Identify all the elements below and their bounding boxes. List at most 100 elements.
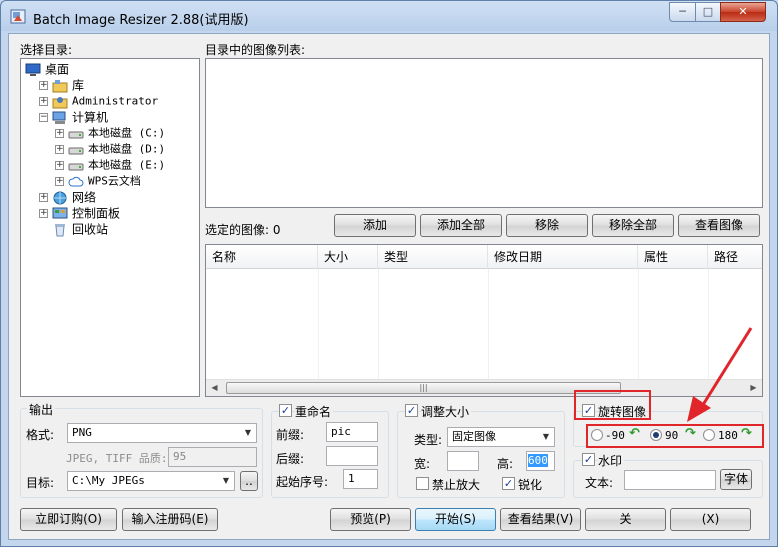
drive-icon xyxy=(68,143,84,157)
preview-button[interactable]: 预览(P) xyxy=(330,508,411,531)
font-button[interactable]: 字体 xyxy=(720,469,752,490)
column-modified[interactable]: 修改日期 xyxy=(488,245,638,269)
tree-item[interactable]: + 本地磁盘 (E:) xyxy=(55,157,165,173)
rotate-90-radio[interactable] xyxy=(650,429,662,441)
quality-input[interactable]: 95 xyxy=(168,447,257,467)
watermark-checkbox[interactable]: ✓ xyxy=(582,453,595,466)
rotate-minus90-radio[interactable] xyxy=(591,429,603,441)
start-button[interactable]: 开始(S) xyxy=(415,508,496,531)
tree-item[interactable]: + Administrator xyxy=(39,93,158,109)
rotate-checkbox[interactable]: ✓ xyxy=(582,404,595,417)
directory-image-list[interactable] xyxy=(205,58,763,208)
chevron-down-icon: ▼ xyxy=(542,432,550,441)
prefix-input[interactable]: pic xyxy=(326,422,378,442)
height-input[interactable]: 600 xyxy=(526,451,555,471)
desktop-icon xyxy=(25,63,41,77)
no-enlarge-checkbox[interactable] xyxy=(416,477,429,490)
column-attributes[interactable]: 属性 xyxy=(638,245,708,269)
scroll-left-icon[interactable]: ◀ xyxy=(207,381,222,395)
selected-count-label: 选定的图像: 0 xyxy=(205,223,281,237)
sharpen-checkbox[interactable]: ✓ xyxy=(502,477,515,490)
register-button[interactable]: 输入注册码(E) xyxy=(122,508,218,531)
tree-item-label: 控制面板 xyxy=(72,206,121,221)
prefix-label: 前缀: xyxy=(276,428,305,442)
suffix-input[interactable] xyxy=(326,446,378,466)
expander-icon[interactable]: + xyxy=(55,161,64,170)
column-divider xyxy=(378,269,379,379)
expander-icon[interactable]: + xyxy=(39,81,48,90)
quality-value: 95 xyxy=(173,450,187,463)
expander-icon[interactable]: + xyxy=(39,97,48,106)
close-button[interactable]: ✕ xyxy=(720,2,766,22)
maximize-button[interactable]: □ xyxy=(695,2,721,22)
expander-icon[interactable]: + xyxy=(55,177,64,186)
column-size[interactable]: 大小 xyxy=(318,245,378,269)
directory-label: 选择目录: xyxy=(20,43,73,57)
about-button[interactable]: 关 xyxy=(585,508,666,531)
rotate-90-label: 90 xyxy=(665,429,679,442)
column-divider xyxy=(638,269,639,379)
client-area: 选择目录: 桌面 + 库 + Administrator − 计算机 + 本地磁盘 (C:) + 本… xyxy=(8,33,770,540)
add-button[interactable]: 添加 xyxy=(334,214,416,237)
quality-label: JPEG, TIFF 品质: xyxy=(66,452,168,465)
column-type[interactable]: 类型 xyxy=(378,245,488,269)
resize-type-select[interactable]: 固定图像 ▼ xyxy=(447,427,555,447)
tree-item[interactable]: + 控制面板 xyxy=(39,205,120,221)
window-title: Batch Image Resizer 2.88(试用版) xyxy=(33,13,249,28)
view-results-button[interactable]: 查看结果(V) xyxy=(500,508,581,531)
expander-icon[interactable]: + xyxy=(39,193,48,202)
width-input[interactable] xyxy=(447,451,479,471)
target-value: C:\My JPEGs xyxy=(72,474,145,487)
tree-item-label: 计算机 xyxy=(72,110,109,125)
title-bar[interactable]: Batch Image Resizer 2.88(试用版) ─ □ ✕ xyxy=(1,1,777,33)
column-divider xyxy=(488,269,489,379)
tree-item-label: 桌面 xyxy=(45,62,70,77)
remove-button[interactable]: 移除 xyxy=(506,214,588,237)
start-number-label: 起始序号: xyxy=(276,475,329,489)
expander-icon[interactable]: + xyxy=(55,129,64,138)
scroll-thumb[interactable]: ||| xyxy=(226,382,621,394)
directory-tree[interactable]: 桌面 + 库 + Administrator − 计算机 + 本地磁盘 (C:) + 本地磁盘 (D… xyxy=(20,58,200,397)
rename-title: 重命名 xyxy=(295,403,334,420)
computer-icon xyxy=(52,111,68,125)
view-image-button[interactable]: 查看图像 xyxy=(678,214,760,237)
tree-item-label: WPS云文档 xyxy=(88,174,141,188)
minimize-button[interactable]: ─ xyxy=(669,2,696,22)
tree-item-label: 回收站 xyxy=(72,222,109,237)
expander-icon[interactable]: − xyxy=(39,113,48,122)
rename-checkbox[interactable]: ✓ xyxy=(279,404,292,417)
network-icon xyxy=(52,191,68,205)
format-label: 格式: xyxy=(26,428,55,442)
remove-all-button[interactable]: 移除全部 xyxy=(592,214,674,237)
image-list-label: 目录中的图像列表: xyxy=(205,43,306,57)
tree-item-label: 网络 xyxy=(72,190,97,205)
tree-item[interactable]: + 本地磁盘 (D:) xyxy=(55,141,165,157)
tree-item[interactable]: + 库 xyxy=(39,77,84,93)
expander-icon[interactable]: + xyxy=(55,145,64,154)
start-number-input[interactable]: 1 xyxy=(343,469,378,489)
column-path[interactable]: 路径 xyxy=(708,245,762,269)
tree-item[interactable]: + WPS云文档 xyxy=(55,173,141,189)
buy-now-button[interactable]: 立即订购(O) xyxy=(20,508,117,531)
tree-item[interactable]: + 本地磁盘 (C:) xyxy=(55,125,165,141)
tree-item[interactable]: − 计算机 xyxy=(39,109,108,125)
format-select[interactable]: PNG ▼ xyxy=(67,423,257,443)
tree-item[interactable]: 回收站 xyxy=(39,221,108,237)
target-select[interactable]: C:\My JPEGs ▼ xyxy=(67,471,235,491)
resize-type-value: 固定图像 xyxy=(452,430,496,443)
suffix-label: 后缀: xyxy=(276,452,305,466)
tree-item[interactable]: 桌面 xyxy=(25,61,69,77)
expander-icon[interactable]: + xyxy=(39,209,48,218)
tree-item-label: 库 xyxy=(72,78,85,93)
tree-item[interactable]: + 网络 xyxy=(39,189,96,205)
rotate-minus90-label: -90 xyxy=(605,429,625,442)
column-name[interactable]: 名称 xyxy=(206,245,318,269)
exit-button[interactable]: (X) xyxy=(670,508,751,531)
drive-icon xyxy=(68,127,84,141)
watermark-text-input[interactable] xyxy=(624,470,716,490)
rotate-180-radio[interactable] xyxy=(703,429,715,441)
add-all-button[interactable]: 添加全部 xyxy=(420,214,502,237)
browse-button[interactable]: .. xyxy=(240,471,258,491)
resize-checkbox[interactable]: ✓ xyxy=(405,404,418,417)
column-divider xyxy=(318,269,319,379)
